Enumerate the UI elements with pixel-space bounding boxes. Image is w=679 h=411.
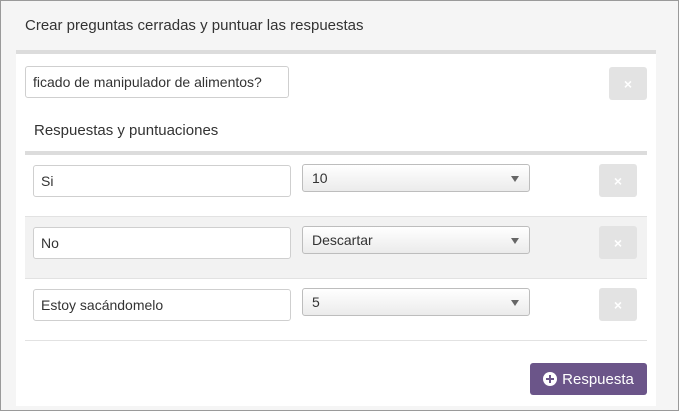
answer-text-input[interactable]: Estoy sacándomelo xyxy=(33,289,291,321)
answer-text-input[interactable]: No xyxy=(33,227,291,259)
answer-row: Estoy sacándomelo 5 × xyxy=(25,279,647,341)
close-icon: × xyxy=(613,296,623,313)
add-answer-button[interactable]: Respuesta xyxy=(530,363,647,395)
answer-row: No Descartar × xyxy=(25,217,647,279)
caret-down-icon xyxy=(511,176,519,182)
dialog-frame: Crear preguntas cerradas y puntuar las r… xyxy=(0,0,679,411)
question-input[interactable]: ficado de manipulador de alimentos? xyxy=(25,66,289,98)
plus-circle-icon xyxy=(543,372,558,386)
caret-down-icon xyxy=(511,238,519,244)
close-icon: × xyxy=(613,172,623,189)
delete-answer-button[interactable]: × xyxy=(599,164,637,197)
close-icon: × xyxy=(613,234,623,251)
score-select[interactable]: 10 xyxy=(302,164,530,192)
close-icon: × xyxy=(623,75,633,92)
score-select[interactable]: 5 xyxy=(302,288,530,316)
score-select-value: 5 xyxy=(312,294,320,310)
answers-section-title: Respuestas y puntuaciones xyxy=(34,122,219,139)
question-panel: ficado de manipulador de alimentos? × Re… xyxy=(16,50,656,406)
answer-text-input[interactable]: Si xyxy=(33,165,291,197)
delete-question-button[interactable]: × xyxy=(609,67,647,100)
delete-answer-button[interactable]: × xyxy=(599,226,637,259)
answer-row: Si 10 × xyxy=(25,155,647,217)
add-answer-label: Respuesta xyxy=(562,370,634,388)
page-title: Crear preguntas cerradas y puntuar las r… xyxy=(25,17,364,34)
answers-list: Si 10 × No Descartar × Estoy sacándomelo… xyxy=(25,151,647,341)
score-select-value: Descartar xyxy=(312,232,373,248)
caret-down-icon xyxy=(511,300,519,306)
score-select[interactable]: Descartar xyxy=(302,226,530,254)
score-select-value: 10 xyxy=(312,170,328,186)
delete-answer-button[interactable]: × xyxy=(599,288,637,321)
